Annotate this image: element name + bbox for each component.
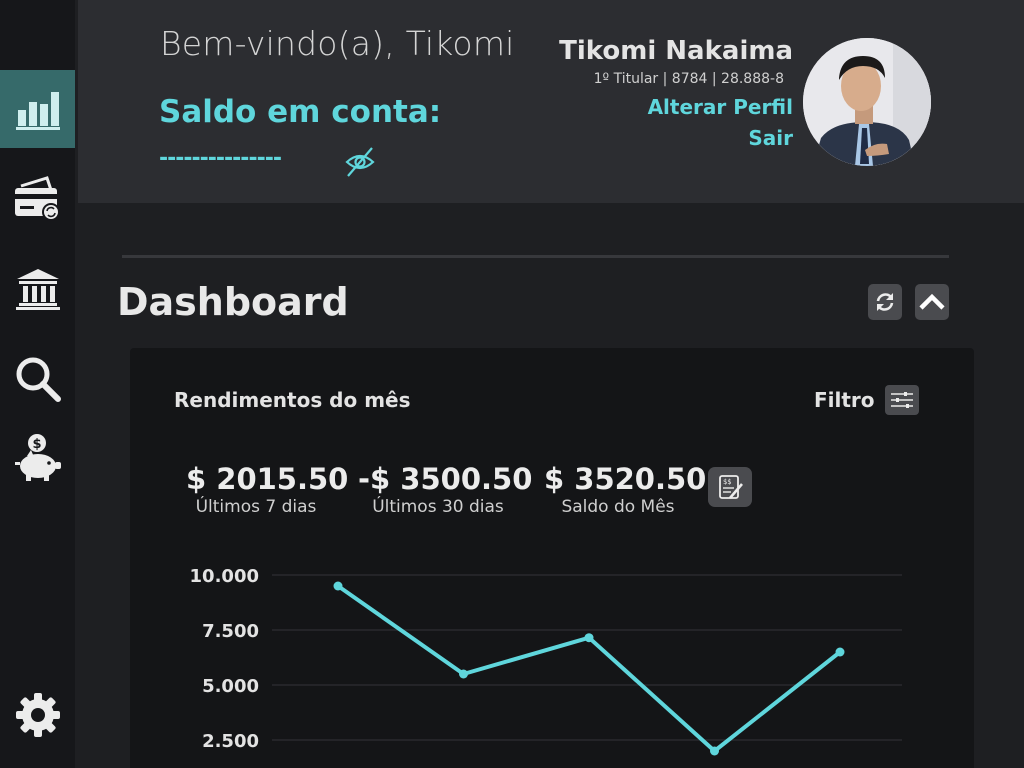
balance-hidden-value: --------------- <box>159 146 282 171</box>
stat-label: Saldo do Mês <box>561 497 675 517</box>
income-card: Rendimentos do mês Filtro $ 2015.50 Últi… <box>130 348 974 768</box>
stat-value: -$ 3500.50 <box>358 462 533 496</box>
stat-label: Últimos 30 dias <box>372 497 504 517</box>
sidebar-item-settings[interactable] <box>0 676 75 754</box>
welcome-text: Bem-vindo(a), Tikomi <box>160 24 515 63</box>
logout-link[interactable]: Sair <box>748 126 793 150</box>
toggle-balance-button[interactable] <box>344 146 376 182</box>
user-name: Tikomi Nakaima <box>559 36 793 66</box>
data-point[interactable] <box>333 581 343 591</box>
series-line <box>336 584 842 753</box>
svg-text:$: $ <box>32 437 41 452</box>
piggy-bank-icon: $ <box>14 434 61 481</box>
search-icon <box>16 357 61 402</box>
section-divider <box>122 255 949 258</box>
collapse-button[interactable] <box>915 284 949 320</box>
data-point[interactable] <box>710 746 719 756</box>
edit-profile-link[interactable]: Alterar Perfil <box>648 95 793 119</box>
avatar-photo <box>803 38 931 166</box>
y-tick-label: 7.500 <box>202 621 259 642</box>
stat-30-days: -$ 3500.50 Últimos 30 dias <box>358 461 533 517</box>
chevron-up-icon <box>919 293 945 310</box>
bar-chart-icon <box>15 92 60 130</box>
data-point[interactable] <box>835 647 845 657</box>
stat-7-days: $ 2015.50 Últimos 7 dias <box>186 461 349 517</box>
filter-label[interactable]: Filtro <box>814 388 875 412</box>
sidebar-item-bank[interactable] <box>0 250 75 328</box>
header: Bem-vindo(a), Tikomi Saldo em conta: ---… <box>78 0 1024 203</box>
report-icon: $$ <box>719 475 743 499</box>
balance-label: Saldo em conta: <box>159 94 442 130</box>
y-tick-label: 2.500 <box>202 731 259 752</box>
stat-value: $ 3520.50 <box>544 462 707 496</box>
bank-icon <box>15 269 60 310</box>
sidebar: $ <box>0 0 75 768</box>
stat-month-balance: $ 3520.50 Saldo do Mês <box>544 461 707 517</box>
avatar[interactable] <box>803 38 931 166</box>
stat-value: $ 2015.50 <box>186 462 349 496</box>
page-title: Dashboard <box>117 280 349 324</box>
svg-text:$$: $$ <box>723 478 731 486</box>
data-point[interactable] <box>584 633 594 643</box>
report-button[interactable]: $$ <box>708 467 752 507</box>
refresh-icon <box>876 293 894 311</box>
y-tick-label: 10.000 <box>190 566 259 587</box>
data-point[interactable] <box>459 669 468 679</box>
sidebar-item-dashboard[interactable] <box>0 70 75 148</box>
income-line-chart: 10.000 7.500 5.000 2.500 <box>190 566 902 756</box>
refresh-button[interactable] <box>868 284 902 320</box>
y-tick-label: 5.000 <box>202 676 259 697</box>
sidebar-item-savings[interactable]: $ <box>0 418 75 496</box>
card-title: Rendimentos do mês <box>174 388 411 412</box>
gear-icon <box>15 693 60 737</box>
sliders-icon <box>891 392 913 408</box>
account-info: 1º Titular | 8784 | 28.888-8 <box>593 71 784 87</box>
sidebar-item-cards[interactable] <box>0 160 75 238</box>
stat-label: Últimos 7 dias <box>195 497 317 517</box>
filter-button[interactable] <box>885 385 919 415</box>
card-sync-icon <box>14 176 60 221</box>
sidebar-item-search[interactable] <box>0 340 75 418</box>
eye-slash-icon <box>345 147 375 177</box>
